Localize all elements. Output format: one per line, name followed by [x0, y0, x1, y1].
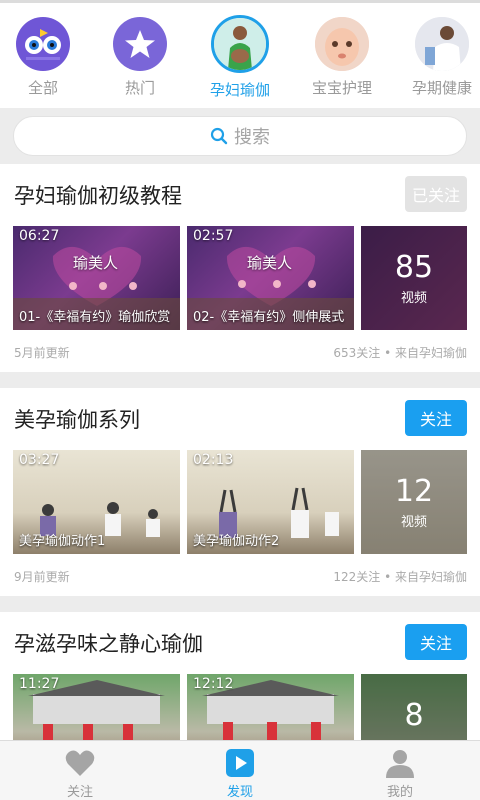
collection-card: 孕妇瑜伽初级教程 已关注 瑜美人 06:27 01-《幸福有约》瑜伽欣赏 瑜美人… — [0, 164, 480, 372]
search-placeholder: 搜索 — [234, 127, 270, 148]
video-watermark: 瑜美人 — [73, 254, 119, 272]
video-thumbnail[interactable]: 02:13 美孕瑜伽动作2 — [187, 450, 354, 554]
video-caption: 02-《幸福有约》侧伸展式 — [193, 310, 345, 325]
update-time: 5月前更新 — [14, 346, 70, 360]
category-pregnancy-health[interactable]: 孕期健康 — [396, 17, 480, 98]
follow-button[interactable]: 关注 — [405, 400, 467, 436]
more-videos-tile[interactable]: 12 视频 — [361, 450, 467, 554]
tab-profile[interactable]: 我的 — [350, 747, 450, 800]
collection-stats: 122关注 • 来自孕妇瑜伽 — [333, 570, 467, 584]
doctor-avatar — [415, 17, 469, 71]
video-duration: 02:13 — [193, 452, 234, 468]
video-duration: 06:27 — [19, 228, 60, 244]
video-count: 85 — [394, 250, 434, 285]
heart-icon — [65, 750, 95, 776]
tab-label: 我的 — [386, 785, 413, 800]
video-duration: 03:27 — [19, 452, 60, 468]
update-time: 9月前更新 — [14, 570, 70, 584]
follow-button[interactable]: 关注 — [405, 624, 467, 660]
collection-card: 孕滋孕味之静心瑜伽 关注 11:27 12:12 8 — [0, 612, 480, 740]
search-bar-area: 搜索 — [0, 108, 480, 163]
video-thumbnail[interactable]: 12:12 — [187, 674, 354, 740]
video-duration: 02:57 — [193, 228, 234, 244]
more-videos-tile[interactable]: 8 — [361, 674, 467, 740]
collection-title: 孕滋孕味之静心瑜伽 — [14, 632, 203, 656]
video-thumbnail[interactable]: 瑜美人 06:27 01-《幸福有约》瑜伽欣赏 — [13, 226, 180, 330]
video-count: 8 — [404, 698, 424, 733]
pregnant-woman-avatar — [211, 15, 269, 73]
tab-discover[interactable]: 发现 — [190, 747, 290, 800]
owl-icon — [16, 17, 70, 71]
category-baby-care[interactable]: 宝宝护理 — [296, 17, 388, 98]
video-duration: 11:27 — [19, 676, 60, 692]
user-icon — [386, 750, 414, 778]
more-videos-tile[interactable]: 85 视频 — [361, 226, 467, 330]
tab-label: 发现 — [226, 785, 253, 800]
video-count-unit: 视频 — [400, 515, 427, 530]
collection-title: 美孕瑜伽系列 — [14, 408, 140, 432]
video-thumbnail[interactable]: 11:27 — [13, 674, 180, 740]
video-caption: 01-《幸福有约》瑜伽欣赏 — [19, 310, 171, 325]
category-label: 宝宝护理 — [311, 79, 372, 97]
play-icon — [226, 749, 254, 777]
video-thumbnail[interactable]: 瑜美人 02:57 02-《幸福有约》侧伸展式 — [187, 226, 354, 330]
collection-title: 孕妇瑜伽初级教程 — [14, 184, 182, 208]
video-count: 12 — [394, 474, 434, 509]
category-all[interactable]: 全部 — [0, 17, 89, 98]
video-caption: 美孕瑜伽动作1 — [19, 534, 106, 549]
followed-button[interactable]: 已关注 — [405, 176, 467, 212]
category-hot[interactable]: 热门 — [94, 17, 186, 98]
search-icon — [210, 127, 228, 145]
video-watermark: 瑜美人 — [247, 254, 293, 272]
video-caption: 美孕瑜伽动作2 — [193, 534, 280, 549]
category-label: 孕期健康 — [411, 79, 472, 97]
tab-label: 关注 — [66, 785, 93, 800]
search-input[interactable]: 搜索 — [13, 116, 467, 156]
video-duration: 12:12 — [193, 676, 234, 692]
video-thumbnail[interactable]: 03:27 美孕瑜伽动作1 — [13, 450, 180, 554]
tab-follow[interactable]: 关注 — [30, 747, 130, 800]
category-label: 全部 — [27, 79, 58, 97]
category-label: 热门 — [124, 79, 155, 97]
baby-avatar — [315, 17, 369, 71]
category-strip: 全部 热门 孕妇瑜伽 宝宝护理 孕期健康 — [0, 0, 480, 108]
video-count-unit: 视频 — [400, 291, 427, 306]
collection-card: 美孕瑜伽系列 关注 03:27 美孕瑜伽动作1 02:13 美孕瑜伽动作2 12… — [0, 388, 480, 596]
star-icon — [113, 17, 167, 71]
bottom-tab-bar: 关注 发现 我的 — [0, 740, 480, 800]
category-label: 孕妇瑜伽 — [209, 81, 270, 99]
category-prenatal-yoga[interactable]: 孕妇瑜伽 — [194, 15, 286, 100]
collection-stats: 653关注 • 来自孕妇瑜伽 — [333, 346, 467, 360]
